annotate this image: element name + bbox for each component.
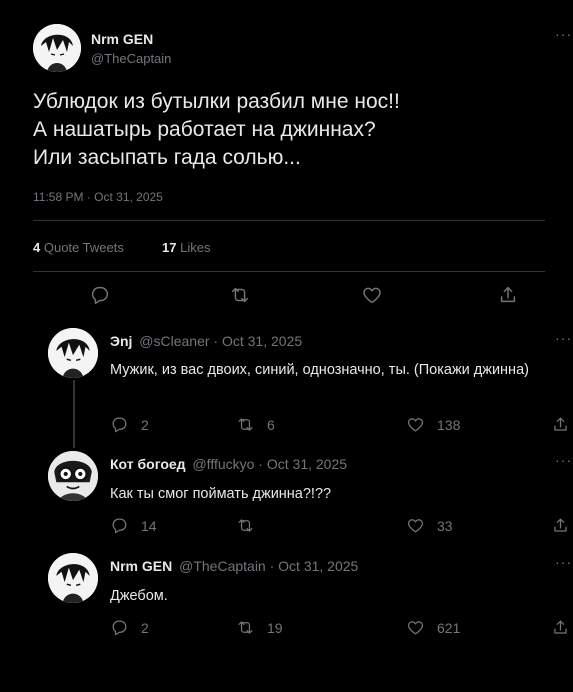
share-icon xyxy=(551,618,570,637)
reply-button[interactable]: 2 xyxy=(110,618,149,637)
author-name[interactable]: Эnj xyxy=(110,333,132,349)
retweet-icon[interactable] xyxy=(229,284,251,306)
share-button[interactable] xyxy=(551,415,573,434)
quote-tweets-count: 4 xyxy=(33,240,41,255)
reply-text: Мужик, из вас двоих, синий, однозначно, … xyxy=(110,362,529,378)
reply-count: 2 xyxy=(141,619,149,636)
avatar[interactable] xyxy=(33,24,81,72)
retweet-button[interactable] xyxy=(236,516,267,535)
tweet-text-line: А нашатырь работает на джиннах? xyxy=(33,118,376,141)
avatar[interactable] xyxy=(48,451,98,501)
tweet-text: Ублюдок из бутылки разбил мне нос!! А на… xyxy=(33,88,400,172)
quote-tweets-stat[interactable]: 4 Quote Tweets xyxy=(33,240,124,255)
likes-label: Likes xyxy=(180,240,211,255)
tweet-timestamp[interactable]: 11:58 PM · Oct 31, 2025 xyxy=(33,190,163,204)
divider xyxy=(33,220,545,221)
reply-text: Джебом. xyxy=(110,588,168,604)
like-icon xyxy=(406,516,425,535)
thread-line xyxy=(73,380,75,448)
likes-stat[interactable]: 17 Likes xyxy=(162,240,210,255)
like-icon[interactable] xyxy=(361,284,383,306)
reply-text: Как ты смог поймать джинна?!?? xyxy=(110,486,332,502)
author-name[interactable]: Nrm GEN xyxy=(110,558,172,574)
like-count: 621 xyxy=(437,619,461,636)
reply-button[interactable]: 14 xyxy=(110,516,157,535)
retweet-count: 6 xyxy=(267,416,275,433)
retweet-count: 19 xyxy=(267,619,283,636)
author-meta[interactable]: @TheCaptain · Oct 31, 2025 xyxy=(179,558,358,574)
retweet-button[interactable]: 6 xyxy=(236,415,275,434)
like-button[interactable]: 138 xyxy=(406,415,460,434)
share-icon xyxy=(551,415,570,434)
divider xyxy=(33,271,545,272)
reply-icon xyxy=(110,415,129,434)
retweet-icon xyxy=(236,415,255,434)
tweet-text-line: Или засыпать гада солью... xyxy=(33,146,301,169)
reply-action-bar: 2 19 621 xyxy=(110,618,573,642)
avatar[interactable] xyxy=(48,328,98,378)
likes-count: 17 xyxy=(162,240,177,255)
reply-action-bar: 2 6 138 xyxy=(110,415,573,439)
reply-count: 2 xyxy=(141,416,149,433)
reply-count: 14 xyxy=(141,517,157,534)
like-button[interactable]: 33 xyxy=(406,516,453,535)
more-options-icon[interactable]: ··· xyxy=(555,330,572,346)
like-icon xyxy=(406,618,425,637)
share-button[interactable] xyxy=(551,618,573,637)
tweet-text-line: Ублюдок из бутылки разбил мне нос!! xyxy=(33,90,400,113)
author-meta[interactable]: @fffuckyo · Oct 31, 2025 xyxy=(192,456,347,472)
share-icon[interactable] xyxy=(497,284,519,306)
like-count: 33 xyxy=(437,517,453,534)
like-button[interactable]: 621 xyxy=(406,618,460,637)
author-name[interactable]: Кот богоед xyxy=(110,456,186,472)
more-options-icon[interactable]: ··· xyxy=(555,26,572,42)
retweet-icon xyxy=(236,516,255,535)
reply-button[interactable]: 2 xyxy=(110,415,149,434)
reply-icon xyxy=(110,516,129,535)
reply-icon[interactable] xyxy=(89,284,111,306)
share-icon xyxy=(551,516,570,535)
like-icon xyxy=(406,415,425,434)
more-options-icon[interactable]: ··· xyxy=(555,554,572,570)
like-count: 138 xyxy=(437,416,461,433)
retweet-icon xyxy=(236,618,255,637)
author-name[interactable]: Nrm GEN xyxy=(91,31,153,47)
quote-tweets-label: Quote Tweets xyxy=(43,240,124,255)
retweet-button[interactable]: 19 xyxy=(236,618,283,637)
author-meta[interactable]: @sCleaner · Oct 31, 2025 xyxy=(139,333,302,349)
more-options-icon[interactable]: ··· xyxy=(555,452,572,468)
author-handle[interactable]: @TheCaptain xyxy=(91,51,171,66)
reply-action-bar: 14 33 xyxy=(110,516,573,540)
reply-icon xyxy=(110,618,129,637)
avatar[interactable] xyxy=(48,553,98,603)
share-button[interactable] xyxy=(551,516,573,535)
